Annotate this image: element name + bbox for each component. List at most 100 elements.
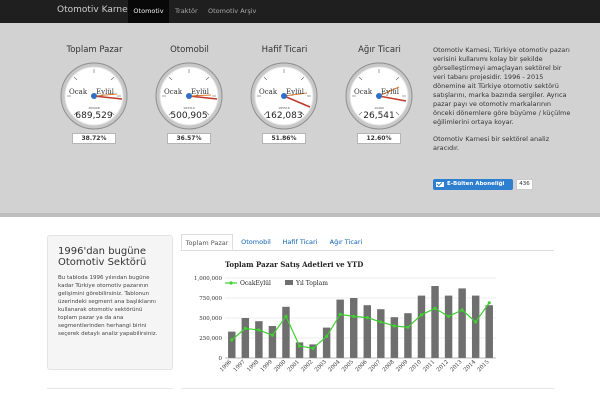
- footer-divider-left: [47, 388, 173, 389]
- bar-2010[interactable]: [417, 295, 426, 358]
- tab-toplam-pazar[interactable]: Toplam Pazar: [181, 234, 233, 250]
- point-2001[interactable]: [297, 344, 302, 348]
- point-1997[interactable]: [243, 326, 247, 330]
- gauge-hafif-ticari-small-value: 185516: [278, 106, 290, 110]
- bar-2004[interactable]: [336, 299, 344, 358]
- bar-1998[interactable]: [255, 321, 263, 358]
- y-tick-label: 500,000: [199, 316, 222, 322]
- x-tick-label: 2013: [449, 359, 463, 373]
- gauge-toplam-pazar-value: 689,529: [75, 111, 112, 121]
- x-tick-label: 2010: [409, 359, 423, 373]
- gauge-otomobil-left-label: Ocak: [164, 88, 183, 96]
- x-tick-label: 1997: [233, 359, 247, 373]
- point-2013[interactable]: [460, 308, 464, 312]
- bar-2008[interactable]: [390, 317, 399, 358]
- nav-item-otomotiv[interactable]: Otomotiv: [128, 0, 169, 23]
- point-2014[interactable]: [474, 320, 478, 324]
- bar-2006[interactable]: [363, 305, 372, 358]
- gauge-title-hafif-ticari: Hafif Ticari: [261, 45, 308, 55]
- gauge-agir-ticari-value: 26,541: [363, 111, 395, 121]
- bulletin-subscribe-button[interactable]: E-Bülten Aboneliği: [433, 179, 513, 190]
- footer-divider-right: [181, 388, 554, 389]
- tab-agir-ticari[interactable]: Ağır Ticari: [326, 234, 366, 250]
- gauge-toplam-pazar-left-label: Ocak: [69, 88, 88, 96]
- bar-2013[interactable]: [458, 288, 466, 358]
- gauge-otomobil: Ocak Eylül 183319 500,905: [155, 62, 223, 130]
- x-tick-label: 2003: [314, 359, 328, 373]
- hero-paragraph-1: Otomotiv Karnesi, Türkiye otomotiv pazar…: [433, 46, 571, 126]
- point-2000[interactable]: [284, 314, 288, 318]
- x-tick-label: 2014: [463, 359, 477, 373]
- point-1999[interactable]: [270, 333, 275, 337]
- point-2010[interactable]: [419, 313, 424, 317]
- gauge-title-toplam-pazar: Toplam Pazar: [66, 45, 123, 55]
- hero-paragraph-2: Otomotiv Karnesi bir sektörel analiz ara…: [433, 135, 550, 152]
- gauge-agir-ticari-right-label: Eylül: [381, 88, 400, 96]
- point-2006[interactable]: [365, 316, 369, 320]
- legend-swatch-bar: [285, 280, 293, 285]
- gauge-agir-ticari-percent: 12.60%: [357, 133, 401, 144]
- point-1996[interactable]: [230, 338, 234, 342]
- chart-bars: [228, 286, 493, 358]
- gauge-otomobil-small-value: 183319: [183, 106, 195, 110]
- chart-legend: OcakEylül Yıl Toplam: [225, 280, 328, 287]
- navbar: Otomotiv Karnesi Otomotiv Traktör Otomot…: [0, 0, 600, 23]
- gauge-toplam-pazar-right-label: Eylül: [96, 88, 115, 96]
- nav-item-otomotiv-arsiv[interactable]: Otomotiv Arşiv: [208, 0, 256, 23]
- point-2011[interactable]: [433, 306, 437, 310]
- y-tick-label: 1,000,000: [194, 276, 222, 282]
- bar-1997[interactable]: [241, 318, 250, 358]
- tab-otomobil[interactable]: Otomobil: [238, 234, 274, 250]
- point-2008[interactable]: [392, 324, 396, 328]
- point-2007[interactable]: [379, 320, 383, 324]
- point-2004[interactable]: [338, 312, 342, 316]
- x-tick-label: 2000: [273, 359, 287, 373]
- bar-2014[interactable]: [471, 295, 480, 358]
- bar-1996[interactable]: [228, 331, 236, 358]
- gauge-agir-ticari-left-label: Ocak: [354, 88, 373, 96]
- gauge-hafif-ticari-percent: 51.86%: [262, 133, 306, 144]
- y-tick-label: 750,000: [199, 296, 222, 302]
- bar-2000[interactable]: [282, 306, 290, 358]
- y-tick-label: 0: [219, 356, 223, 362]
- x-tick-label: 2008: [382, 359, 396, 373]
- x-tick-label: 2005: [341, 359, 355, 373]
- x-tick-label: 2002: [300, 359, 314, 373]
- bar-2012[interactable]: [444, 295, 453, 358]
- x-tick-label: 2001: [287, 359, 301, 373]
- brand-logo[interactable]: Otomotiv Karnesi: [57, 5, 135, 15]
- bar-2011[interactable]: [431, 286, 439, 358]
- gauge-otomobil-right-label: Eylül: [191, 88, 210, 96]
- sector-info-title: 1996'dan bugüne Otomotiv Sektörü: [58, 246, 147, 268]
- gauge-hafif-ticari-value: 162,083: [265, 111, 302, 121]
- tab-hafif-ticari[interactable]: Hafif Ticari: [279, 234, 321, 250]
- gauge-toplam-pazar-small-value: 365908: [88, 106, 100, 110]
- gauge-title-agir-ticari: Ağır Ticari: [358, 45, 401, 55]
- bar-2005[interactable]: [349, 298, 358, 358]
- point-2015[interactable]: [487, 301, 491, 305]
- gauge-agir-ticari: Ocak Eylül 10469 26,541: [345, 62, 413, 130]
- gauge-hafif-ticari-right-label: Eylül: [286, 88, 305, 96]
- chart-grid: [225, 277, 496, 359]
- bulletin-count-badge: 436: [516, 179, 533, 190]
- chart-title: Toplam Pazar Satış Adetleri ve YTD: [225, 260, 363, 269]
- x-tick-label: 2012: [436, 359, 450, 373]
- tab-divider: [181, 250, 554, 251]
- point-2002[interactable]: [311, 346, 315, 350]
- sector-info-panel: 1996'dan bugüne Otomotiv Sektörü Bu tabl…: [47, 235, 173, 370]
- nav-item-traktor[interactable]: Traktör: [175, 0, 198, 23]
- point-2005[interactable]: [352, 314, 356, 318]
- gauge-otomobil-percent: 36.57%: [167, 133, 211, 144]
- bar-2009[interactable]: [404, 313, 412, 358]
- gauge-hafif-ticari: Ocak Eylül 185516 162,083: [250, 62, 318, 130]
- bar-2007[interactable]: [377, 309, 385, 358]
- point-2009[interactable]: [406, 325, 410, 329]
- point-2003[interactable]: [325, 334, 329, 338]
- gauge-title-otomobil: Otomobil: [170, 45, 209, 55]
- point-1998[interactable]: [257, 328, 261, 332]
- bar-2015[interactable]: [485, 305, 493, 358]
- bulletin-subscribe-label: E-Bülten Aboneliği: [447, 181, 505, 187]
- x-tick-label: 1999: [260, 359, 274, 373]
- point-2012[interactable]: [446, 314, 451, 318]
- sector-info-text: Bu tabloda 1996 yılından bugüne kadar Tü…: [58, 275, 158, 337]
